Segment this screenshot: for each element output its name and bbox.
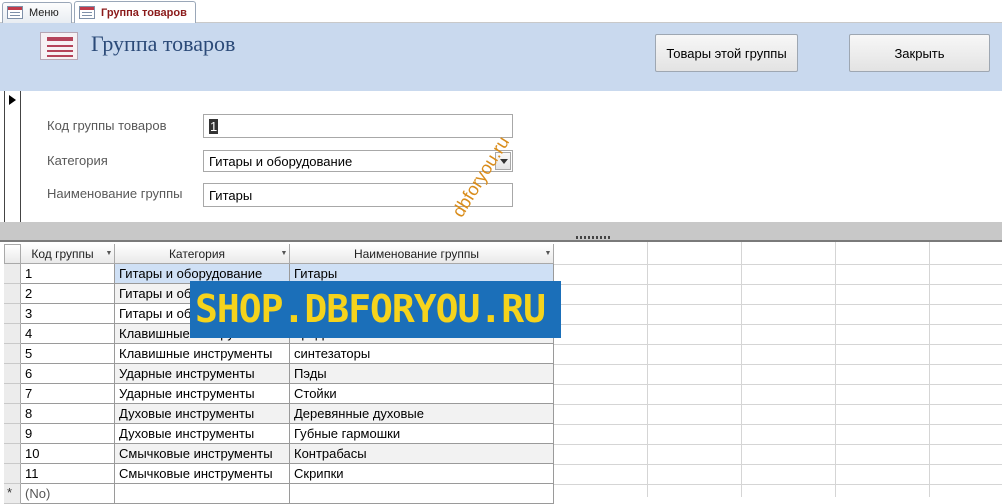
sort-arrow-icon[interactable]: ▼	[279, 250, 289, 257]
table-row-group-name[interactable]: Скрипки	[290, 464, 554, 484]
current-record-arrow-icon	[9, 95, 16, 105]
code-label: Код группы товаров	[47, 118, 167, 133]
table-row-category[interactable]: Смычковые инструменты	[115, 444, 290, 464]
close-button[interactable]: Закрыть	[849, 34, 990, 72]
table-row-code[interactable]: 3	[21, 304, 115, 324]
new-record-icon: *	[7, 485, 13, 500]
tab-menu[interactable]: Меню	[2, 2, 72, 23]
category-combobox[interactable]: Гитары и оборудование	[203, 150, 513, 172]
record-selector[interactable]	[4, 91, 21, 222]
table-row-category[interactable]: Ударные инструменты	[115, 364, 290, 384]
sort-arrow-icon[interactable]: ▼	[104, 250, 114, 257]
row-selector[interactable]	[4, 324, 21, 344]
table-row-group-name[interactable]: синтезаторы	[290, 344, 554, 364]
table-row-category[interactable]: Ударные инструменты	[115, 384, 290, 404]
category-label: Категория	[47, 153, 108, 168]
code-field[interactable]: 1	[203, 114, 513, 138]
table-row-code[interactable]: 1	[21, 264, 115, 284]
page-title: Группа товаров	[91, 31, 236, 56]
table-row-code[interactable]: 11	[21, 464, 115, 484]
row-selector[interactable]	[4, 364, 21, 384]
table-row-code[interactable]: 10	[21, 444, 115, 464]
column-header-group-name[interactable]: Наименование группы ▼	[290, 244, 554, 264]
group-name-label: Наименование группы	[47, 186, 183, 201]
row-selector[interactable]	[4, 424, 21, 444]
table-row-code[interactable]: 9	[21, 424, 115, 444]
form-icon	[7, 6, 23, 20]
watermark-banner: SHOP.DBFORYOU.RU	[190, 281, 561, 338]
table-row-group-name[interactable]: Пэды	[290, 364, 554, 384]
code-value: 1	[209, 119, 219, 134]
table-row-category[interactable]: Клавишные инструменты	[115, 344, 290, 364]
table-row-group-name[interactable]: Контрабасы	[290, 444, 554, 464]
table-row-group-name[interactable]: Стойки	[290, 384, 554, 404]
column-header-category[interactable]: Категория ▼	[115, 244, 290, 264]
new-record-selector[interactable]: *	[4, 484, 21, 504]
category-value: Гитары и оборудование	[209, 154, 353, 169]
form-header: Группа товаров Товары этой группы Закрыт…	[0, 23, 1002, 91]
row-selector[interactable]	[4, 264, 21, 284]
new-row-group-name[interactable]	[290, 484, 554, 504]
table-row-code[interactable]: 2	[21, 284, 115, 304]
row-selector[interactable]	[4, 304, 21, 324]
row-selector[interactable]	[4, 404, 21, 424]
select-all-corner[interactable]	[4, 244, 21, 264]
group-name-value: Гитары	[209, 188, 253, 203]
splitter-grip-icon[interactable]	[576, 236, 610, 239]
table-row-category[interactable]: Духовые инструменты	[115, 404, 290, 424]
form-icon	[79, 5, 95, 20]
table-row-code[interactable]: 8	[21, 404, 115, 424]
table-row-group-name[interactable]: Губные гармошки	[290, 424, 554, 444]
row-selector[interactable]	[4, 444, 21, 464]
tab-product-group[interactable]: Группа товаров	[74, 1, 196, 23]
row-selector[interactable]	[4, 344, 21, 364]
group-items-button[interactable]: Товары этой группы	[655, 34, 798, 72]
new-row-code[interactable]: (No)	[21, 484, 115, 504]
row-selector[interactable]	[4, 384, 21, 404]
sort-arrow-icon[interactable]: ▼	[543, 250, 553, 257]
column-header-code[interactable]: Код группы ▼	[21, 244, 115, 264]
table-row-code[interactable]: 4	[21, 324, 115, 344]
tab-menu-label: Меню	[29, 7, 59, 19]
table-row-group-name[interactable]: Деревянные духовые	[290, 404, 554, 424]
row-selector[interactable]	[4, 464, 21, 484]
tab-product-group-label: Группа товаров	[101, 6, 187, 19]
table-row-code[interactable]: 7	[21, 384, 115, 404]
table-row-code[interactable]: 6	[21, 364, 115, 384]
table-row-code[interactable]: 5	[21, 344, 115, 364]
split-form-splitter[interactable]	[0, 222, 1002, 240]
document-tab-strip: Меню Группа товаров	[0, 0, 1002, 23]
new-row-category[interactable]	[115, 484, 290, 504]
table-row-category[interactable]: Смычковые инструменты	[115, 464, 290, 484]
table-row-category[interactable]: Духовые инструменты	[115, 424, 290, 444]
row-selector[interactable]	[4, 284, 21, 304]
form-logo-icon	[40, 32, 78, 60]
